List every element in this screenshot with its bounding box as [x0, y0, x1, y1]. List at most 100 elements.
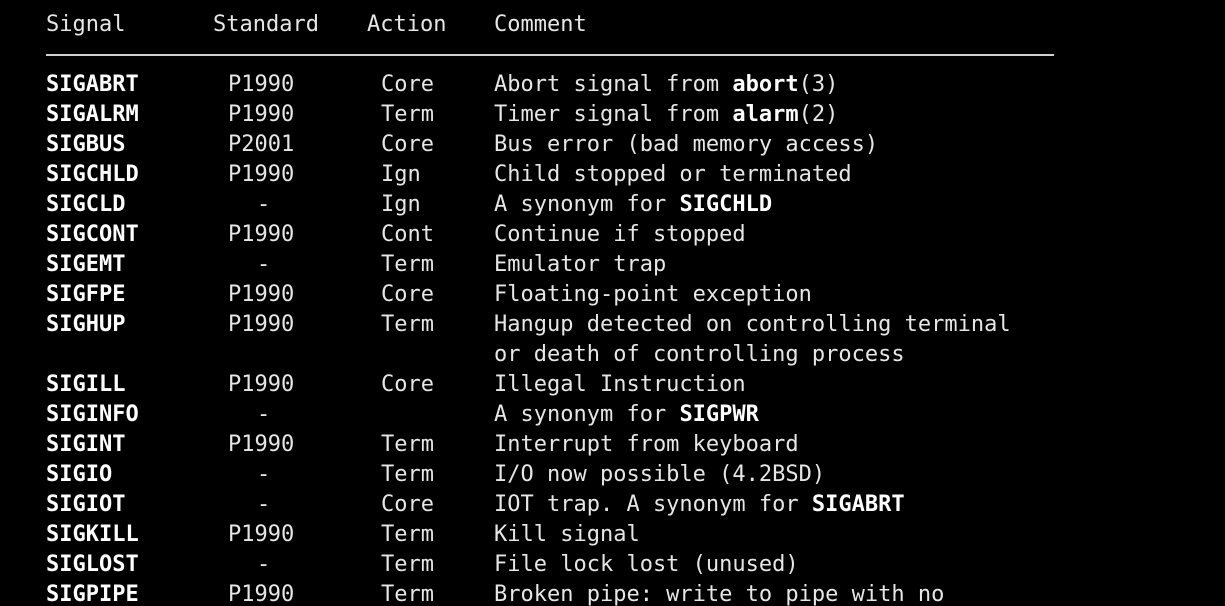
standard-cell: -: [257, 402, 271, 427]
comment-text: Child stopped or terminated: [494, 162, 852, 187]
standard-cell: P1990: [228, 222, 295, 247]
standard-cell: -: [257, 462, 271, 487]
comment-emphasis: alarm: [732, 102, 799, 127]
signal-name-cell: SIGINFO: [46, 402, 139, 427]
comment-cell: or death of controlling process: [494, 340, 905, 370]
action-cell: Ign: [381, 192, 421, 217]
action-cell: Core: [381, 492, 434, 517]
standard-cell: P2001: [228, 132, 295, 157]
comment-text: Abort signal from: [494, 72, 733, 97]
action-cell: Term: [381, 582, 434, 606]
signal-name-cell: SIGPIPE: [46, 582, 139, 606]
comment-cell: I/O now possible (4.2BSD): [494, 460, 825, 490]
comment-cell: Broken pipe: write to pipe with no: [494, 580, 944, 606]
action-cell: Term: [381, 462, 434, 487]
signal-name-cell: SIGBUS: [46, 132, 126, 157]
action-cell: Term: [381, 252, 434, 277]
comment-text: Illegal Instruction: [494, 372, 746, 397]
comment-cell: Interrupt from keyboard: [494, 430, 799, 460]
comment-cell: IOT trap. A synonym for SIGABRT: [494, 490, 905, 520]
comment-cell: Continue if stopped: [494, 220, 746, 250]
signal-name-cell: SIGILL: [46, 372, 126, 397]
signal-name-cell: SIGKILL: [46, 522, 139, 547]
comment-text: File lock lost (unused): [494, 552, 799, 577]
action-cell: Term: [381, 552, 434, 577]
table-header: Signal Standard Action Comment: [0, 10, 587, 40]
standard-cell: P1990: [228, 522, 295, 547]
signal-name-cell: SIGEMT: [46, 252, 126, 277]
terminal-window: Signal Standard Action Comment SIGABRT P1…: [0, 0, 1225, 606]
comment-cell: Illegal Instruction: [494, 370, 746, 400]
signal-name-cell: SIGHUP: [46, 312, 126, 337]
standard-cell: P1990: [228, 432, 295, 457]
comment-cell: Timer signal from alarm(2): [494, 100, 838, 130]
header-standard: Standard: [213, 12, 319, 37]
standard-cell: -: [257, 192, 271, 217]
comment-text: Floating-point exception: [494, 282, 812, 307]
comment-cell: Child stopped or terminated: [494, 160, 852, 190]
header-action: Action: [367, 12, 447, 37]
comment-text: Kill signal: [494, 522, 640, 547]
signal-name-cell: SIGIOT: [46, 492, 126, 517]
signal-name-cell: SIGLOST: [46, 552, 139, 577]
action-cell: Core: [381, 132, 434, 157]
comment-emphasis: abort: [732, 72, 799, 97]
standard-cell: -: [257, 252, 271, 277]
header-signal: Signal: [46, 12, 126, 37]
comment-cell: File lock lost (unused): [494, 550, 799, 580]
action-cell: Term: [381, 102, 434, 127]
standard-cell: P1990: [228, 102, 295, 127]
signal-name-cell: SIGABRT: [46, 72, 139, 97]
comment-text: Continue if stopped: [494, 222, 746, 247]
comment-cell: Floating-point exception: [494, 280, 812, 310]
comment-text: A synonym for: [494, 402, 680, 427]
comment-text: Hangup detected on controlling terminal: [494, 312, 1011, 337]
comment-text: Timer signal from: [494, 102, 733, 127]
comment-text: Emulator trap: [494, 252, 667, 277]
signal-name-cell: SIGCHLD: [46, 162, 139, 187]
header-comment: Comment: [494, 12, 587, 37]
standard-cell: P1990: [228, 72, 295, 97]
action-cell: Core: [381, 372, 434, 397]
comment-text: (2): [798, 102, 839, 127]
standard-cell: P1990: [228, 582, 295, 606]
standard-cell: P1990: [228, 162, 295, 187]
standard-cell: P1990: [228, 282, 295, 307]
comment-text: (3): [798, 72, 839, 97]
comment-cell: Hangup detected on controlling terminal: [494, 310, 1011, 340]
comment-cell: Kill signal: [494, 520, 640, 550]
header-divider: [46, 54, 1054, 56]
action-cell: Term: [381, 522, 434, 547]
comment-cell: A synonym for SIGPWR: [494, 400, 759, 430]
action-cell: Term: [381, 432, 434, 457]
comment-text: Bus error (bad memory access): [494, 132, 879, 157]
action-cell: Term: [381, 312, 434, 337]
comment-cell: Bus error (bad memory access): [494, 130, 878, 160]
signal-name-cell: SIGIO: [46, 462, 113, 487]
action-cell: Cont: [381, 222, 434, 247]
standard-cell: -: [257, 492, 271, 517]
comment-text: Interrupt from keyboard: [494, 432, 799, 457]
comment-text: IOT trap. A synonym for: [494, 492, 812, 517]
comment-cell: A synonym for SIGCHLD: [494, 190, 772, 220]
comment-emphasis: SIGABRT: [811, 492, 905, 517]
comment-text: or death of controlling process: [494, 342, 905, 367]
action-cell: Core: [381, 282, 434, 307]
comment-emphasis: SIGCHLD: [679, 192, 773, 217]
signal-name-cell: SIGCLD: [46, 192, 126, 217]
signal-name-cell: SIGALRM: [46, 102, 139, 127]
comment-text: I/O now possible (4.2BSD): [494, 462, 826, 487]
standard-cell: P1990: [228, 312, 295, 337]
action-cell: Ign: [381, 162, 421, 187]
comment-emphasis: SIGPWR: [679, 402, 759, 427]
signal-name-cell: SIGCONT: [46, 222, 139, 247]
signal-name-cell: SIGFPE: [46, 282, 126, 307]
comment-cell: Emulator trap: [494, 250, 666, 280]
comment-text: A synonym for: [494, 192, 680, 217]
standard-cell: P1990: [228, 372, 295, 397]
action-cell: Core: [381, 72, 434, 97]
comment-text: Broken pipe: write to pipe with no: [494, 582, 945, 606]
standard-cell: -: [257, 552, 271, 577]
comment-cell: Abort signal from abort(3): [494, 70, 838, 100]
signal-name-cell: SIGINT: [46, 432, 126, 457]
